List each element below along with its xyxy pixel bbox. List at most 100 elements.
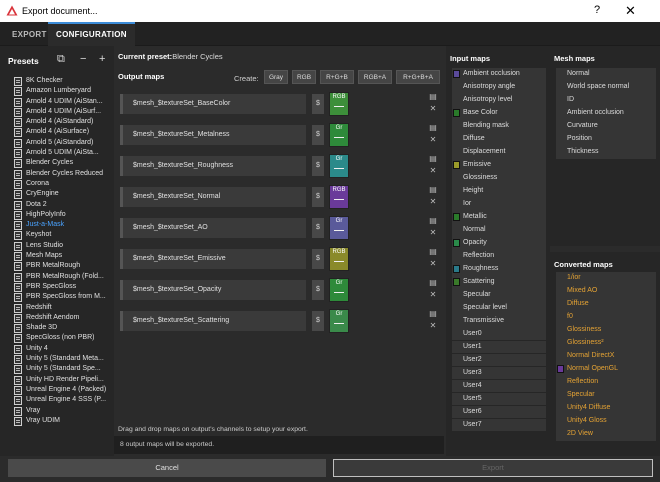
input-map-item[interactable]: Anisotropy level [452, 93, 546, 107]
output-map-name-field[interactable]: $mesh_$textureSet_Scattering [120, 311, 306, 331]
mesh-map-item[interactable]: Ambient occlusion [556, 106, 656, 120]
input-map-item[interactable]: Normal [452, 223, 546, 237]
output-map-name-field[interactable]: $mesh_$textureSet_Emissive [120, 249, 306, 269]
mesh-map-item[interactable]: Curvature [556, 119, 656, 133]
preset-item[interactable]: Just-a-Mask [12, 220, 112, 231]
input-map-item[interactable]: User1 [452, 340, 546, 354]
insert-variable-button[interactable]: $ [312, 249, 324, 269]
preset-item[interactable]: Vray [12, 406, 112, 416]
cancel-button[interactable]: Cancel [8, 459, 326, 477]
input-map-item[interactable]: Roughness [452, 262, 546, 276]
preset-item[interactable]: Redshift Aendom [12, 313, 112, 323]
input-map-item[interactable]: Blending mask [452, 119, 546, 133]
output-channel-slot[interactable]: Gr [329, 154, 349, 178]
input-map-item[interactable]: User0 [452, 327, 546, 341]
remove-map-icon[interactable]: ✕ [428, 322, 438, 330]
preset-item[interactable]: Arnold 4 (AiStandard) [12, 117, 112, 128]
preset-item[interactable]: Unity HD Render Pipeli... [12, 375, 112, 385]
preset-item[interactable]: Redshift [12, 303, 112, 313]
file-format-icon[interactable]: ▤ [428, 217, 438, 225]
output-map-name-field[interactable]: $mesh_$textureSet_Roughness [120, 156, 306, 176]
output-channel-slot[interactable]: Gr [329, 216, 349, 240]
output-channel-slot[interactable]: Gr [329, 278, 349, 302]
preset-item[interactable]: Unreal Engine 4 (Packed) [12, 385, 112, 395]
remove-map-icon[interactable]: ✕ [428, 291, 438, 299]
input-map-item[interactable]: User6 [452, 405, 546, 419]
converted-map-item[interactable]: Glossiness [556, 323, 656, 337]
converted-map-item[interactable]: 2D View [556, 427, 656, 441]
preset-item[interactable]: Keyshot [12, 230, 112, 241]
file-format-icon[interactable]: ▤ [428, 155, 438, 163]
preset-item[interactable]: Vray UDIM [12, 416, 112, 426]
preset-item[interactable]: SpecGloss (non PBR) [12, 333, 112, 344]
converted-map-item[interactable]: Specular [556, 388, 656, 402]
preset-item[interactable]: HighPolyInfo [12, 210, 112, 220]
converted-map-item[interactable]: f0 [556, 310, 656, 324]
insert-variable-button[interactable]: $ [312, 156, 324, 176]
preset-item[interactable]: Unreal Engine 4 SSS (P... [12, 395, 112, 406]
insert-variable-button[interactable]: $ [312, 218, 324, 238]
help-button[interactable]: ? [594, 4, 600, 16]
converted-map-item[interactable]: Unity4 Diffuse [556, 401, 656, 415]
input-map-item[interactable]: Metallic [452, 210, 546, 224]
preset-item[interactable]: Blender Cycles Reduced [12, 169, 112, 179]
preset-item[interactable]: Blender Cycles [12, 158, 112, 169]
export-button[interactable]: Export [333, 459, 653, 477]
input-map-item[interactable]: User4 [452, 379, 546, 393]
preset-item[interactable]: Arnold 5 UDIM (AiSta... [12, 148, 112, 159]
remove-map-icon[interactable]: ✕ [428, 229, 438, 237]
create-rgb-button[interactable]: RGB [292, 70, 316, 84]
converted-map-item[interactable]: Diffuse [556, 297, 656, 311]
converted-map-item[interactable]: 1/ior [556, 272, 656, 285]
preset-item[interactable]: Unity 4 [12, 344, 112, 354]
preset-item[interactable]: Arnold 4 (AiSurface) [12, 127, 112, 138]
input-map-item[interactable]: User7 [452, 418, 546, 432]
plus-icon[interactable]: + [99, 53, 105, 65]
remove-map-icon[interactable]: ✕ [428, 105, 438, 113]
input-map-item[interactable]: Scattering [452, 275, 546, 289]
input-map-item[interactable]: Base Color [452, 106, 546, 120]
input-map-item[interactable]: Opacity [452, 236, 546, 250]
create-rgb-a-button[interactable]: RGB+A [358, 70, 392, 84]
input-map-item[interactable]: Height [452, 184, 546, 198]
insert-variable-button[interactable]: $ [312, 280, 324, 300]
preset-item[interactable]: CryEngine [12, 189, 112, 200]
preset-item[interactable]: Arnold 5 (AiStandard) [12, 138, 112, 148]
converted-map-item[interactable]: Glossiness² [556, 336, 656, 350]
input-map-item[interactable]: Specular level [452, 301, 546, 315]
preset-item[interactable]: Amazon Lumberyard [12, 86, 112, 97]
remove-map-icon[interactable]: ✕ [428, 167, 438, 175]
mesh-map-item[interactable]: Thickness [556, 145, 656, 159]
input-map-item[interactable]: Reflection [452, 249, 546, 263]
mesh-map-item[interactable]: Normal [556, 68, 656, 81]
insert-variable-button[interactable]: $ [312, 311, 324, 331]
file-format-icon[interactable]: ▤ [428, 93, 438, 101]
mesh-map-item[interactable]: Position [556, 132, 656, 146]
preset-item[interactable]: Lens Studio [12, 241, 112, 251]
output-channel-slot[interactable]: Gr [329, 123, 349, 147]
preset-item[interactable]: PBR SpecGloss from M... [12, 292, 112, 303]
converted-map-item[interactable]: Normal OpenGL [556, 362, 656, 376]
preset-item[interactable]: PBR SpecGloss [12, 282, 112, 292]
output-map-name-field[interactable]: $mesh_$textureSet_BaseColor [120, 94, 306, 114]
input-map-item[interactable]: User2 [452, 353, 546, 367]
preset-item[interactable]: 8K Checker [12, 76, 112, 86]
remove-map-icon[interactable]: ✕ [428, 198, 438, 206]
output-map-name-field[interactable]: $mesh_$textureSet_Metalness [120, 125, 306, 145]
input-map-item[interactable]: Ambient occlusion [452, 68, 546, 81]
input-map-item[interactable]: Ior [452, 197, 546, 211]
file-format-icon[interactable]: ▤ [428, 310, 438, 318]
input-map-item[interactable]: Diffuse [452, 132, 546, 146]
create-r-g-b-button[interactable]: R+G+B [320, 70, 354, 84]
output-channel-slot[interactable]: RGB [329, 247, 349, 271]
converted-map-item[interactable]: Reflection [556, 375, 656, 389]
preset-item[interactable]: Shade 3D [12, 323, 112, 334]
file-format-icon[interactable]: ▤ [428, 248, 438, 256]
input-map-item[interactable]: User3 [452, 366, 546, 380]
close-button[interactable]: ✕ [625, 3, 636, 19]
preset-item[interactable]: PBR MetalRough (Fold... [12, 272, 112, 282]
output-channel-slot[interactable]: RGB [329, 185, 349, 209]
converted-map-item[interactable]: Unity4 Gloss [556, 414, 656, 428]
preset-item[interactable]: Mesh Maps [12, 251, 112, 262]
converted-map-item[interactable]: Mixed AO [556, 284, 656, 298]
